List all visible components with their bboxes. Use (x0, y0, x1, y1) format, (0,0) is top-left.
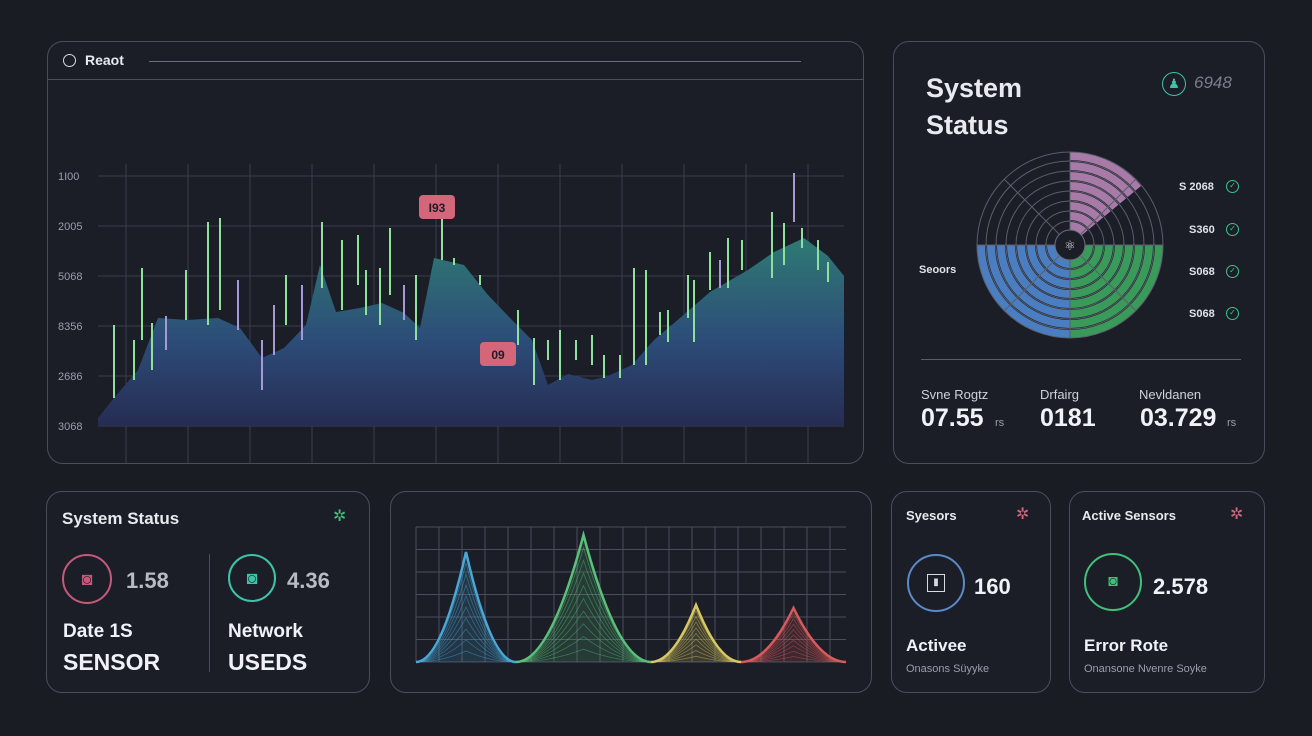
active-label: Error Rote (1084, 636, 1169, 655)
wave-chart (415, 526, 847, 664)
router-icon: ◙ (246, 567, 258, 588)
metric-value-2: 0181 (1040, 404, 1096, 432)
device-icon: ▮ (927, 574, 945, 592)
sensor-date-label-2: SENSOR (63, 649, 161, 675)
callout-high-label: I93 (429, 201, 446, 215)
sensors-label: Activee (906, 636, 967, 655)
network-label-2: USEDS (228, 649, 308, 675)
radar-sector-purple (1070, 152, 1141, 245)
sensor-date-label-1: Date 1S (63, 621, 133, 642)
metric-value-3: 03.729 (1140, 404, 1217, 432)
sensors-value: 160 (974, 574, 1011, 599)
network-ring: ◙ (228, 554, 276, 602)
wave-series-group (415, 530, 847, 664)
status-divider (921, 359, 1241, 360)
sensors-card: Syesors ✲ ▮ 160 Activee Onasons Süyyke (891, 491, 1051, 693)
system-status-panel: System Status ♟ 6948 ⚛ Seoors S 2068 ✓ S… (893, 41, 1265, 464)
metric-label-3: Nevldanen (1139, 387, 1202, 402)
y-axis: 1I00 2005 5068 8356 2686 3068 (58, 171, 82, 433)
sensors-sub: Onasons Süyyke (906, 663, 990, 675)
radar-center-icon: ⚛ (1064, 238, 1076, 253)
main-chart-panel: Reaot 1I0020055068835626863068 2E982E932… (47, 41, 864, 464)
y-tick: 5068 (58, 271, 82, 283)
main-area-chart: 1I0020055068835626863068 2E982E932D892E8… (58, 164, 844, 463)
active-sensors-card: Active Sensors ✲ ◙ 2.578 Error Rote Onan… (1069, 491, 1265, 693)
system-status-card: System Status ✲ ◙ 1.58 Date 1S SENSOR ◙ … (46, 491, 370, 693)
y-tick: 2005 (58, 221, 82, 233)
y-tick: 2686 (58, 371, 82, 383)
radar-legend-2: S360 (1189, 224, 1215, 236)
metric-label-1: Svne Rogtz (921, 387, 989, 402)
camera-icon: ◙ (81, 568, 93, 589)
person-icon[interactable]: ♟ (1162, 72, 1186, 96)
active-card-title: Active Sensors (1082, 508, 1176, 523)
router-icon: ◙ (1108, 573, 1118, 590)
radar-legend-4: S068 (1189, 308, 1215, 320)
active-sub: Onansone Nvenre Soyke (1084, 663, 1207, 675)
network-value: 4.36 (287, 568, 330, 593)
radar-chart: ⚛ (976, 151, 1164, 339)
y-tick: 8356 (58, 321, 82, 333)
network-label-1: Network (228, 621, 303, 642)
callout-low-label: 09 (491, 348, 505, 362)
status-code: 6948 (1194, 73, 1232, 92)
sensors-ring: ▮ (907, 554, 965, 612)
callout-low: 09 (480, 342, 516, 366)
sensor-network-icon[interactable]: ✲ (333, 506, 346, 526)
radar-center-label: Seoors (919, 264, 957, 276)
metric-label-2: Drfairg (1040, 387, 1080, 402)
callout-high: I93 (419, 195, 455, 219)
area-series (98, 238, 844, 426)
radar-legend-3: S068 (1189, 266, 1215, 278)
y-tick: 3068 (58, 421, 82, 433)
record-icon[interactable] (63, 54, 76, 67)
active-value: 2.578 (1153, 574, 1209, 599)
sensors-card-title: Syesors (906, 508, 957, 523)
sensor-date-value: 1.58 (126, 568, 169, 593)
card-divider (209, 554, 210, 672)
header-divider (149, 61, 801, 62)
check-icon: ✓ (1226, 265, 1239, 278)
main-panel-header: Reaot (48, 42, 863, 80)
sensor-date-ring: ◙ (62, 554, 112, 604)
wave-chart-card (390, 491, 872, 693)
check-icon: ✓ (1226, 307, 1239, 320)
system-card-title: System Status (62, 509, 180, 528)
status-panel-title: System Status (926, 73, 1023, 140)
sensor-network-icon[interactable]: ✲ (1016, 504, 1029, 524)
metric-unit-1: rs (995, 417, 1005, 429)
check-icon: ✓ (1226, 180, 1239, 193)
y-tick: 1I00 (58, 171, 79, 183)
metric-unit-3: rs (1227, 417, 1237, 429)
active-ring: ◙ (1084, 553, 1142, 611)
radar-legend-1: S 2068 (1179, 181, 1214, 193)
metric-value-1: 07.55 (921, 404, 984, 432)
main-panel-title: Reaot (85, 52, 124, 68)
check-icon: ✓ (1226, 223, 1239, 236)
sensor-network-icon[interactable]: ✲ (1230, 504, 1243, 524)
